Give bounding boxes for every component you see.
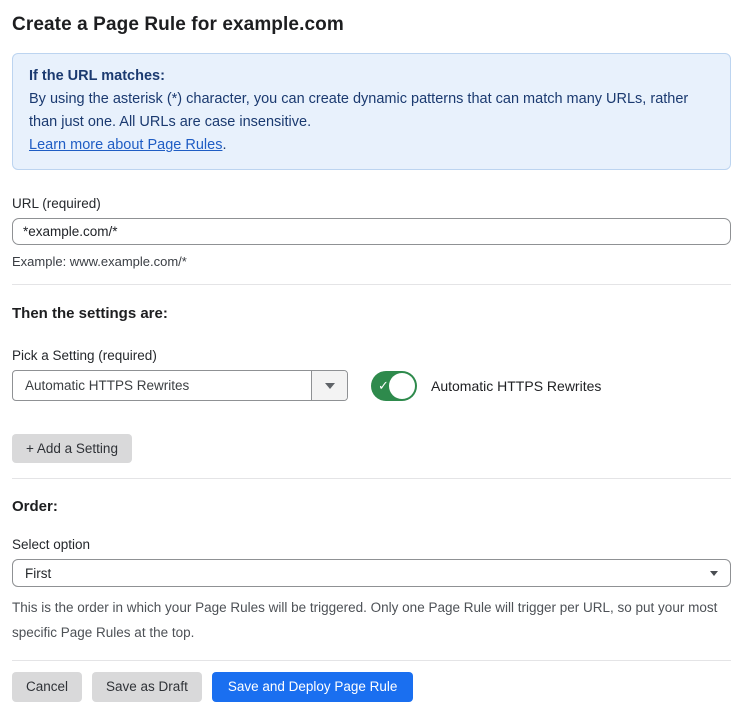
info-box-heading: If the URL matches: [29,68,165,84]
pick-setting-label: Pick a Setting (required) [12,348,157,363]
order-help-text: This is the order in which your Page Rul… [12,600,718,640]
learn-more-link[interactable]: Learn more about Page Rules [29,137,222,153]
setting-dropdown[interactable]: Automatic HTTPS Rewrites [12,370,348,401]
url-input[interactable] [12,218,731,245]
url-matches-info-box: If the URL matches: By using the asteris… [12,53,731,170]
link-period: . [222,137,227,153]
chevron-down-icon [324,382,335,389]
chevron-down-icon [710,570,718,576]
save-and-deploy-button[interactable]: Save and Deploy Page Rule [211,672,414,702]
add-setting-button[interactable]: + Add a Setting [12,434,132,463]
cancel-button[interactable]: Cancel [12,672,83,702]
toggle-knob [389,372,415,399]
setting-toggle[interactable]: ✓ [371,370,417,401]
save-as-draft-button[interactable]: Save as Draft [92,672,202,702]
info-box-body: By using the asterisk (*) character, you… [29,91,689,130]
page-rule-form: Create a Page Rule for example.com If th… [0,14,743,702]
order-select-value: First [25,565,52,581]
order-select[interactable]: First [12,559,731,587]
check-icon: ✓ [378,377,389,393]
form-actions: Cancel Save as Draft Save and Deploy Pag… [12,672,731,702]
url-example-text: Example: www.example.com/* [12,254,187,269]
setting-dropdown-value: Automatic HTTPS Rewrites [25,378,190,393]
setting-row: Automatic HTTPS Rewrites ✓ Automatic HTT… [12,370,731,401]
divider [12,478,731,479]
settings-section-heading: Then the settings are: [12,305,168,322]
toggle-label: Automatic HTTPS Rewrites [431,377,602,394]
info-box-link-line: Learn more about Page Rules. [29,134,714,157]
url-field-label: URL (required) [12,196,101,211]
page-title: Create a Page Rule for example.com [12,14,344,35]
select-option-label: Select option [12,537,91,552]
order-section-heading: Order: [12,498,58,515]
divider [12,284,731,285]
divider [12,660,731,661]
setting-dropdown-arrow-button[interactable] [311,371,347,400]
